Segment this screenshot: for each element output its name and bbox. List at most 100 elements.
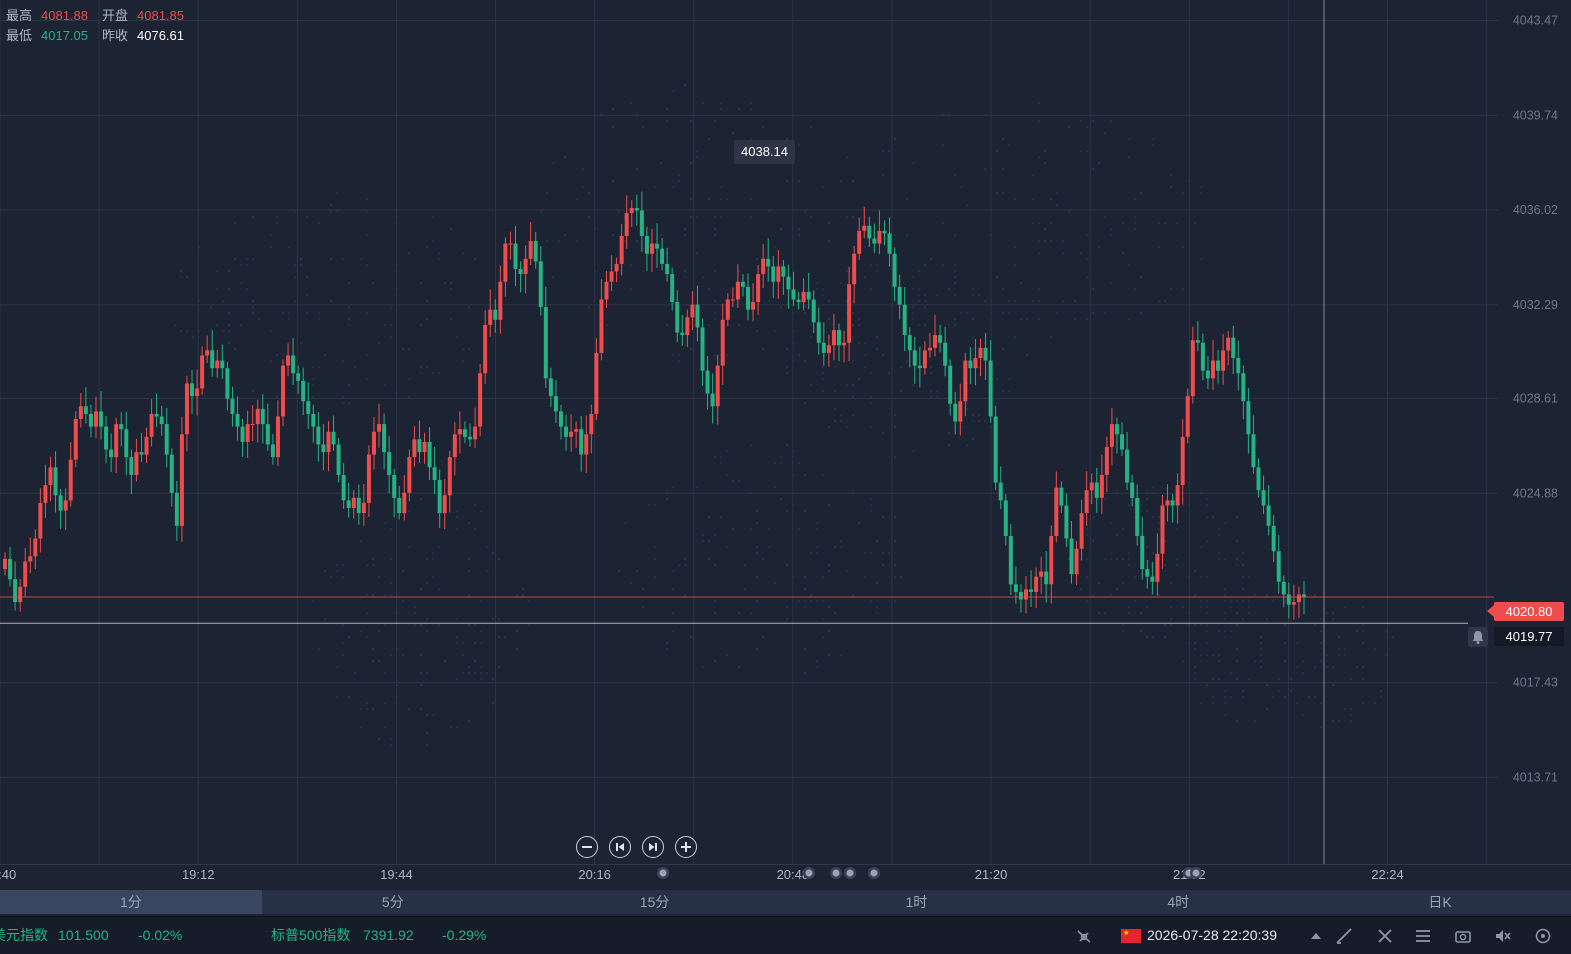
y-tick-label: 4039.74 [1513,108,1558,122]
mute-icon[interactable] [1494,927,1512,945]
y-tick-label: 4036.02 [1513,203,1558,217]
candle-body [174,492,179,526]
candle-body [1104,446,1109,475]
candle-body [200,355,205,389]
candle-body [452,434,457,458]
candle-body [715,365,720,407]
candle-body [882,230,887,234]
plus-icon [681,842,691,852]
jump-end-button[interactable] [642,836,664,858]
candle-body [988,360,993,417]
candle-body [88,413,93,427]
candle-body [1241,373,1246,402]
candle-body [1291,602,1296,605]
candle-body [1024,589,1029,600]
y-tick-label: 4013.71 [1513,770,1558,784]
candle-body [943,342,948,366]
zoom-in-button[interactable] [675,836,697,858]
candle-body [690,304,695,318]
candle-body [614,263,619,272]
sp500-label[interactable]: 标普500指数 [271,917,350,954]
candle-body [149,413,154,437]
jump-start-button[interactable] [609,836,631,858]
menu-icon[interactable] [1414,927,1432,945]
tab-4hour[interactable]: 4时 [1047,890,1309,914]
candle-body [493,309,498,320]
tab-daily[interactable]: 日K [1309,890,1571,914]
candle-body [397,497,402,514]
candle-body [973,357,978,369]
tools-icon[interactable] [1376,927,1394,945]
candle-body [1034,576,1039,592]
candle-body [1089,482,1094,491]
candle-body [746,286,751,310]
candle-body [8,558,13,580]
candle-body [1114,424,1119,435]
tab-15min[interactable]: 15分 [524,890,786,914]
x-tick-label: 21:20 [975,867,1008,882]
candle-body [3,558,7,570]
candle-body [230,398,235,414]
candle-body [594,352,599,414]
candle-body [564,426,569,437]
candle-body [852,253,857,285]
candle-body [392,474,397,498]
candle-body [513,243,518,269]
x-tick-label: 19:44 [380,867,413,882]
candle-body [1211,360,1216,379]
candle-body [821,342,826,353]
candle-body [1221,350,1226,371]
candle-body [776,266,781,282]
camera-icon[interactable] [1454,927,1472,945]
candle-body [503,243,508,282]
candle-body [1195,340,1200,343]
candle-body [948,365,953,404]
candle-body [518,268,523,275]
candle-body [1231,337,1236,358]
candle-body [897,286,902,305]
candle-body [1125,449,1130,483]
candle-body [144,436,149,455]
candle-body [609,271,614,282]
candle-body [432,467,437,481]
connection-icon[interactable] [1075,927,1093,945]
candle-body [806,291,811,300]
bell-icon[interactable] [1468,627,1488,647]
candle-body [356,497,361,514]
candle-body [685,317,690,336]
candle-body [523,258,528,275]
candle-body [938,335,943,343]
candle-body [553,396,558,412]
candle-body [700,327,705,371]
candle-body [842,342,847,346]
candle-body [1018,591,1023,600]
low-label: 最低 [6,28,33,43]
candle-body [705,370,710,394]
x-tick-label: 20:16 [578,867,611,882]
zoom-out-button[interactable] [576,836,598,858]
candle-body [104,426,109,450]
tab-5min[interactable]: 5分 [262,890,524,914]
caret-up-icon[interactable] [1309,927,1323,945]
candlestick-chart[interactable]: 4043.47 4039.74 4036.02 4032.29 4028.61 4024.… [0,0,1571,890]
tab-1hour[interactable]: 1时 [785,890,1047,914]
tab-1min[interactable]: 1分 [0,890,262,914]
minus-icon [582,846,592,848]
candle-body [296,373,301,381]
candle-body [215,360,220,369]
candle-body [1039,571,1044,577]
candle-body [270,444,275,458]
usd-index-label[interactable]: 美元指数 [0,917,48,954]
candle-body [1135,497,1140,536]
candle-body [771,266,776,282]
candle-body [28,556,33,562]
draw-line-icon[interactable] [1335,927,1353,945]
candle-body [169,454,174,493]
candle-body [589,413,594,435]
candle-body [53,467,58,496]
candle-body [1074,548,1079,575]
settings-icon[interactable] [1534,927,1552,945]
event-marker-dot [846,869,854,877]
candle-body [639,210,644,236]
candle-body [351,497,356,509]
